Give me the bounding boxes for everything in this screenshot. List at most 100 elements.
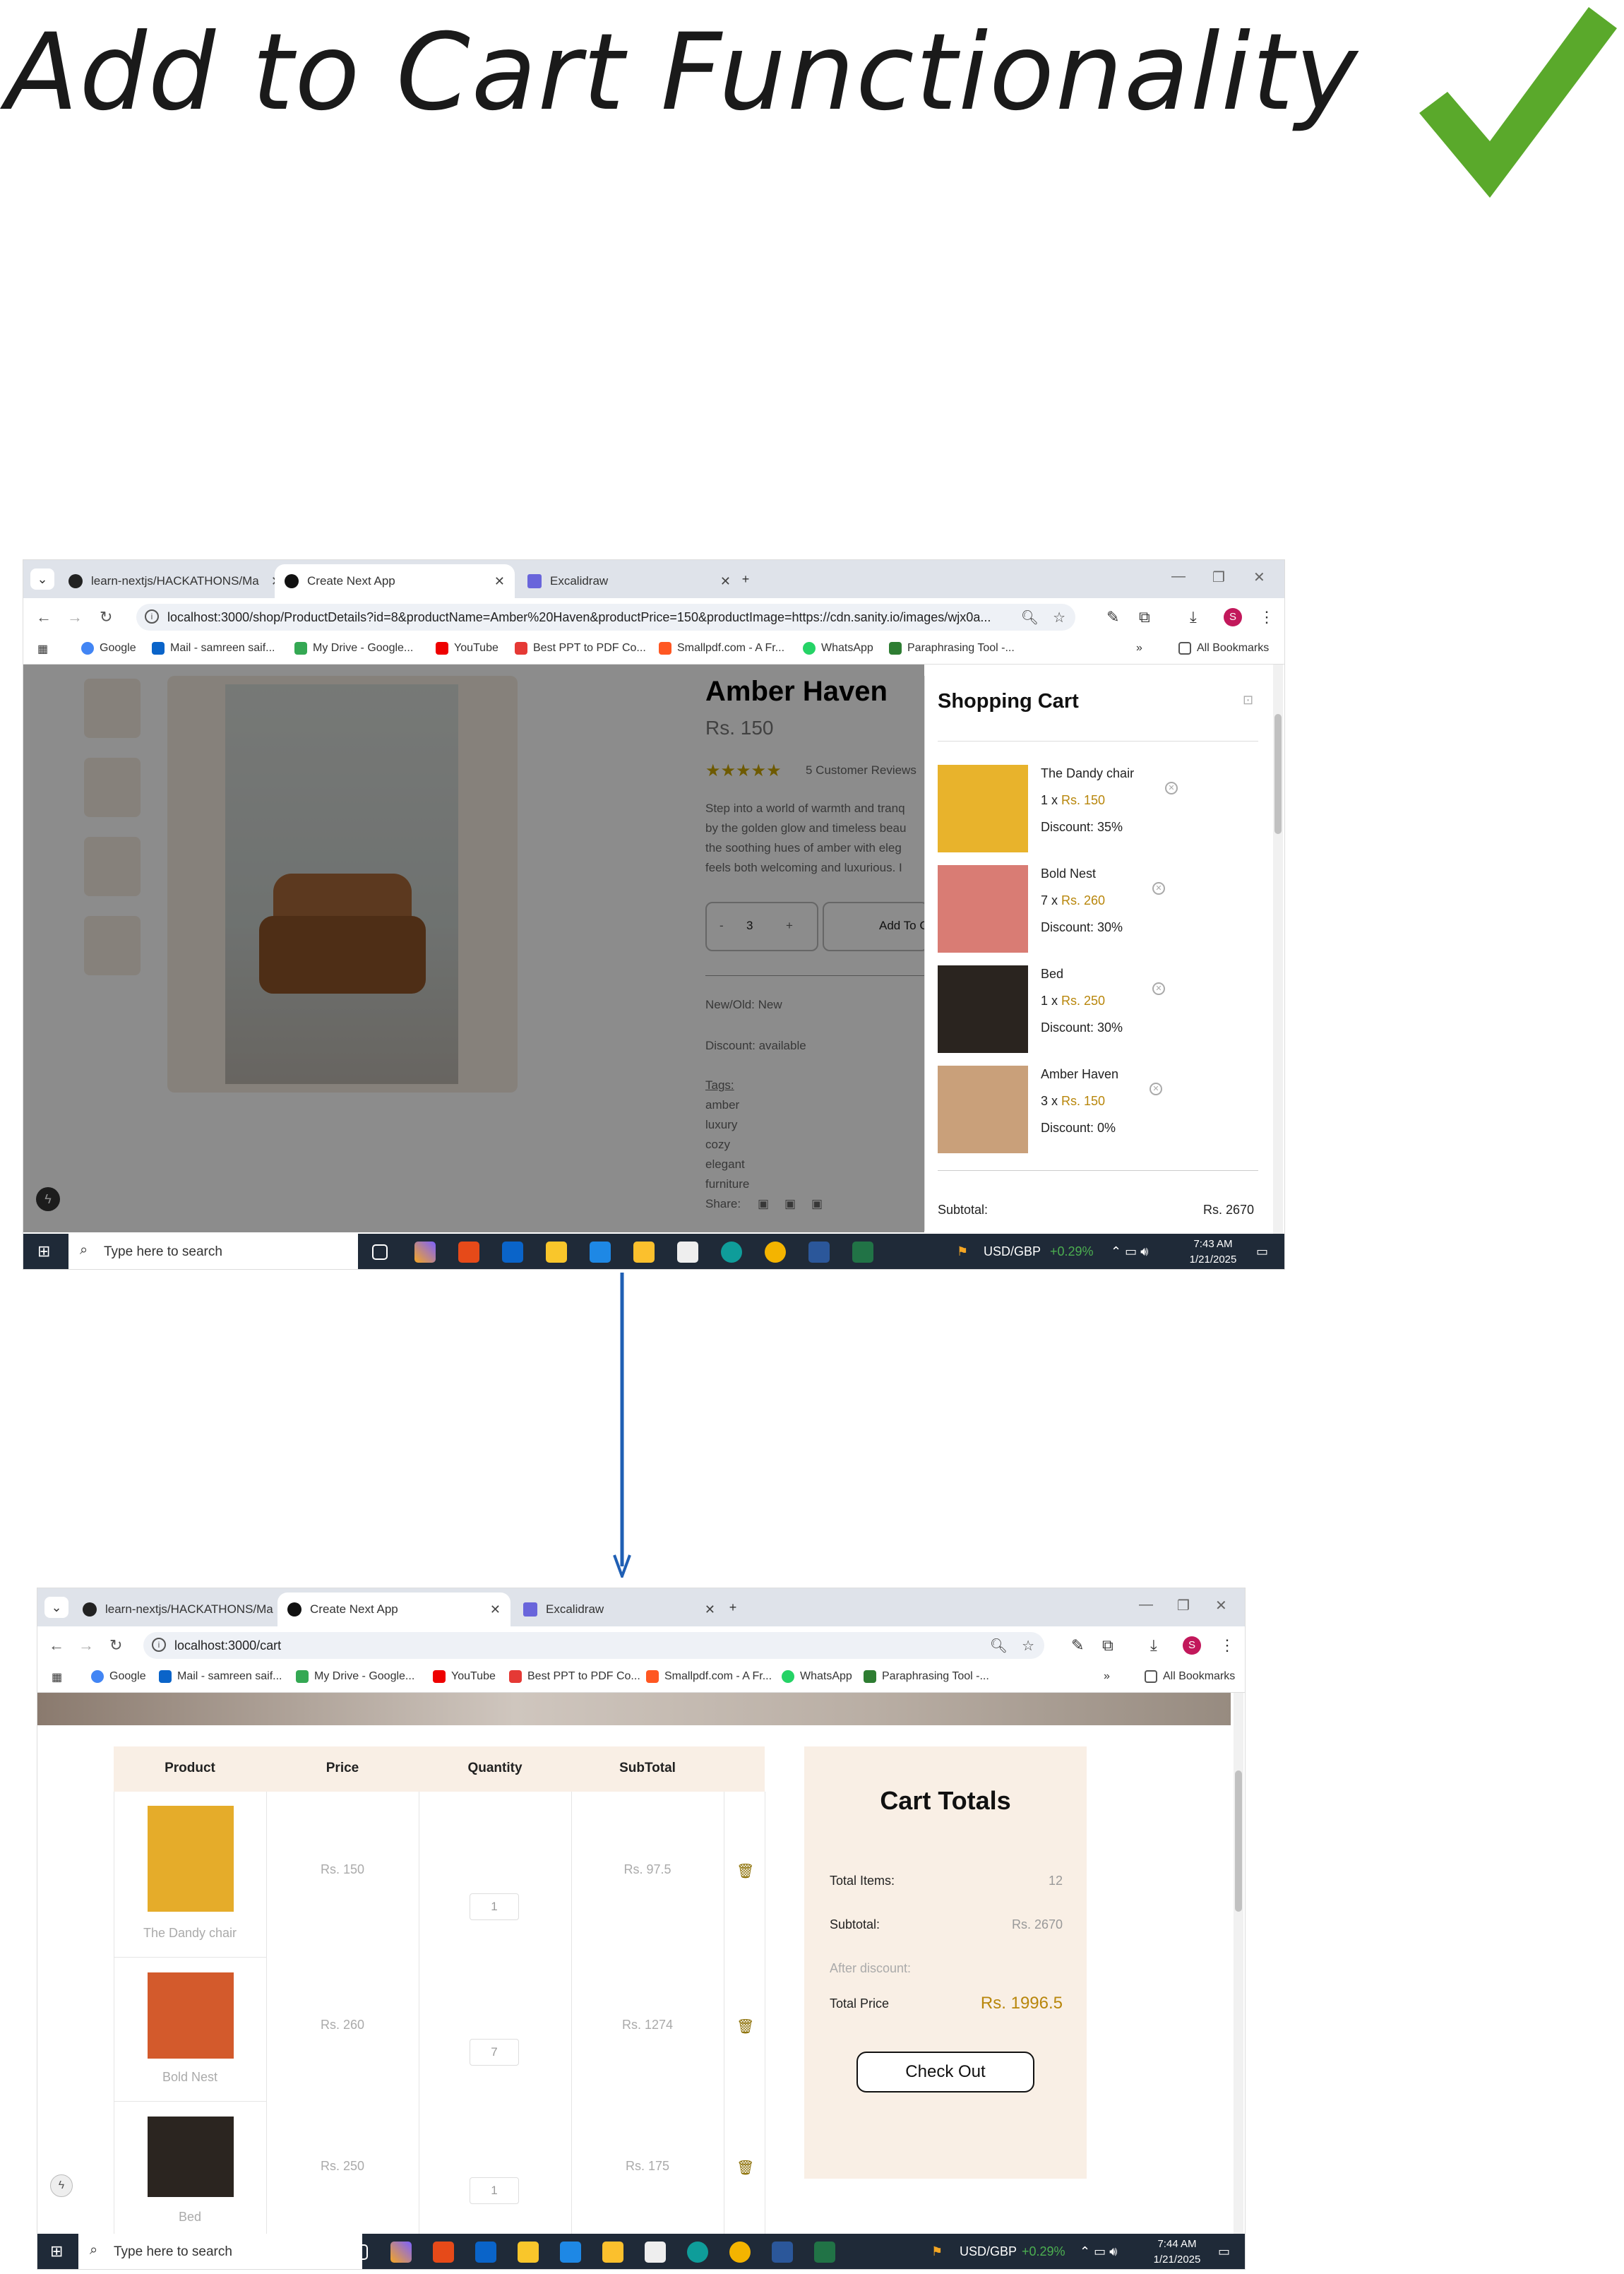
bookmark-youtube[interactable]: YouTube [436,642,498,655]
bookmark-youtube[interactable]: YouTube [433,1670,496,1683]
vscode-icon[interactable] [590,1242,611,1263]
outlook-icon[interactable] [502,1242,523,1263]
site-info-icon[interactable]: i [145,609,159,624]
taskbar-search[interactable]: ⌕ Type here to search [68,1234,358,1269]
tab-search-button[interactable]: ⌄ [44,1597,68,1618]
bookmark-star-icon[interactable]: ☆ [1053,609,1065,626]
pen-icon[interactable]: ✎ [1071,1636,1084,1655]
close-tab-icon[interactable]: ✕ [705,1602,715,1617]
bookmarks-overflow[interactable]: » [1104,1670,1110,1683]
bookmark-paraphrasing[interactable]: Paraphrasing Tool -... [889,642,1015,655]
overlay-backdrop[interactable] [23,665,924,1232]
profile-avatar[interactable]: S [1183,1636,1201,1655]
trash-icon[interactable]: 🗑︎ [736,2018,754,2035]
notepad-icon[interactable] [645,2242,666,2263]
page-scrollbar[interactable] [1273,665,1283,1234]
outlook-icon[interactable] [475,2242,496,2263]
address-bar[interactable]: i localhost:3000/shop/ProductDetails?id=… [136,604,1075,631]
bookmark-google[interactable]: Google [91,1670,146,1683]
address-bar[interactable]: i localhost:3000/cart 🔍︎ ☆ [143,1632,1044,1659]
notepad-icon[interactable] [677,1242,698,1263]
bookmark-drive[interactable]: My Drive - Google... [294,642,413,655]
copilot-icon[interactable] [414,1242,436,1263]
start-icon[interactable]: ⊞ [50,2242,63,2261]
extensions-icon[interactable]: ⧉ [1139,608,1150,626]
new-tab-button[interactable]: + [734,568,758,590]
tab-search-button[interactable]: ⌄ [30,568,54,590]
ticker-symbol[interactable]: USD/GBP [984,1244,1041,1259]
download-icon[interactable]: ⤓ [1190,608,1197,626]
task-view-icon[interactable] [352,2244,368,2260]
remove-item-icon[interactable]: ✕ [1165,782,1178,794]
trash-icon[interactable]: 🗑︎ [736,1862,754,1880]
bookmark-mail[interactable]: Mail - samreen saif... [152,642,275,655]
excel-icon[interactable] [814,2242,835,2263]
task-view-icon[interactable] [372,1244,388,1260]
notifications-icon[interactable]: ▭ [1218,2244,1230,2259]
chrome-icon[interactable] [729,2242,751,2263]
reload-icon[interactable]: ↻ [109,1636,122,1655]
forward-icon[interactable]: → [78,1636,94,1655]
quantity-input[interactable]: 7 [470,2039,519,2066]
app-icon[interactable] [433,2242,454,2263]
minimize-icon[interactable]: — [1139,1597,1153,1613]
bookmark-whatsapp[interactable]: WhatsApp [803,642,873,655]
checkout-button[interactable]: Check Out [856,2052,1034,2093]
taskbar-clock[interactable]: 7:44 AM 1/21/2025 [1149,2237,1205,2268]
bookmarks-overflow[interactable]: » [1136,642,1142,655]
menu-icon[interactable]: ⋮ [1219,1636,1235,1655]
new-tab-button[interactable]: + [721,1597,745,1618]
copilot-icon[interactable] [390,2242,412,2263]
bookmark-smallpdf[interactable]: Smallpdf.com - A Fr... [646,1670,772,1683]
excel-icon[interactable] [852,1242,873,1263]
bookmark-google[interactable]: Google [81,642,136,655]
tray-icons[interactable]: ⌃ ▭ 🔊︎ [1080,2244,1117,2259]
edge-icon[interactable] [687,2242,708,2263]
trash-icon[interactable]: 🗑︎ [736,2159,754,2177]
chrome-icon[interactable] [765,1242,786,1263]
tab-create-next-app[interactable]: Create Next App ✕ [275,564,515,598]
apps-icon[interactable]: ▦ [37,642,48,656]
close-tab-icon[interactable]: ✕ [490,1602,501,1617]
site-info-icon[interactable]: i [152,1638,166,1652]
taskbar-clock[interactable]: 7:43 AM 1/21/2025 [1181,1237,1245,1268]
store-icon[interactable] [633,1242,655,1263]
close-window-icon[interactable]: ✕ [1215,1597,1227,1614]
zoom-icon[interactable]: 🔍︎ [1021,609,1039,626]
bookmark-ppt-to-pdf[interactable]: Best PPT to PDF Co... [515,642,646,655]
extensions-icon[interactable]: ⧉ [1102,1636,1113,1655]
store-icon[interactable] [602,2242,623,2263]
minimize-icon[interactable]: — [1171,568,1186,585]
reload-icon[interactable]: ↻ [100,608,112,626]
bookmark-star-icon[interactable]: ☆ [1022,1637,1034,1655]
download-icon[interactable]: ⤓ [1150,1636,1157,1655]
close-tab-icon[interactable]: ✕ [494,574,505,589]
tab-create-next-app[interactable]: Create Next App ✕ [277,1593,511,1626]
app-icon[interactable] [458,1242,479,1263]
tray-icons[interactable]: ⌃ ▭ 🔊︎ [1111,1244,1148,1259]
quantity-input[interactable]: 1 [470,1893,519,1920]
notifications-icon[interactable]: ▭ [1256,1244,1268,1259]
vscode-icon[interactable] [560,2242,581,2263]
apps-icon[interactable]: ▦ [52,1670,62,1684]
bookmark-drive[interactable]: My Drive - Google... [296,1670,414,1683]
remove-item-icon[interactable]: ✕ [1152,882,1165,895]
page-scrollbar[interactable] [1234,1693,1243,2234]
forward-icon[interactable]: → [67,608,83,626]
taskbar-search[interactable]: ⌕ Type here to search [78,2234,362,2269]
profile-avatar[interactable]: S [1224,608,1242,626]
word-icon[interactable] [808,1242,830,1263]
pen-icon[interactable]: ✎ [1106,608,1119,626]
tab-excalidraw[interactable]: Excalidraw ✕ [518,564,741,598]
back-icon[interactable]: ← [49,1636,64,1655]
quantity-input[interactable]: 1 [470,2177,519,2204]
bookmark-whatsapp[interactable]: WhatsApp [782,1670,852,1683]
tab-github[interactable]: learn-nextjs/HACKATHONS/Ma✕ [73,1593,299,1626]
floating-action-icon[interactable]: ϟ [50,2174,73,2197]
file-explorer-icon[interactable] [518,2242,539,2263]
restore-icon[interactable]: ❐ [1212,568,1225,586]
all-bookmarks[interactable]: All Bookmarks [1145,1670,1235,1683]
bookmark-mail[interactable]: Mail - samreen saif... [159,1670,282,1683]
zoom-icon[interactable]: 🔍︎ [990,1637,1008,1655]
file-explorer-icon[interactable] [546,1242,567,1263]
